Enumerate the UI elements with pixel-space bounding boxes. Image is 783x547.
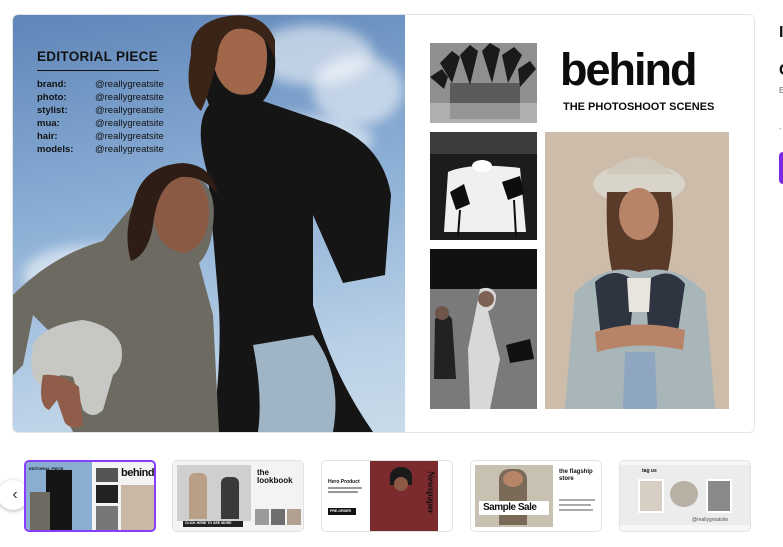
thumb-2-title: the lookbook (257, 468, 293, 485)
editorial-heading: EDITORIAL PIECE (37, 49, 159, 71)
behind-subtitle: THE PHOTOSHOOT SCENES (563, 101, 715, 113)
thumbnail-1[interactable]: EDITORIAL PIECE behind (24, 460, 156, 532)
side-panel-edge: I C E - (773, 14, 783, 214)
panel-title-fragment: I (779, 24, 783, 41)
credit-row: brand: @reallygreatsite (37, 78, 187, 91)
editorial-credits: EDITORIAL PIECE brand: @reallygreatsite ph… (37, 49, 187, 156)
thumb-1-label: EDITORIAL PIECE (29, 466, 64, 471)
credit-role: photo: (37, 92, 67, 103)
brushes-photo (430, 43, 537, 123)
chevron-left-icon: ‹ (12, 486, 18, 503)
credit-role: models: (37, 144, 74, 155)
panel-action-button[interactable] (779, 152, 783, 184)
thumb-1-title: behind (121, 467, 155, 479)
credit-row: stylist: @reallygreatsite (37, 104, 187, 117)
thumb-2-label: CLICK HERE TO SEE MORE (185, 521, 232, 525)
thumbnail-2[interactable]: CLICK HERE TO SEE MORE the lookbook (172, 460, 304, 532)
credit-handle: @reallygreatsite (95, 118, 164, 129)
credit-row: hair: @reallygreatsite (37, 130, 187, 143)
credit-row: mua: @reallygreatsite (37, 117, 187, 130)
thumbnail-3[interactable]: Hero Product PRE-ORDER Newspaper (321, 460, 453, 532)
credit-role: hair: (37, 131, 58, 142)
thumb-4-title: Sample Sale (483, 502, 537, 513)
thumb-4-label: the flagship store (559, 469, 593, 482)
credit-role: mua: (37, 118, 60, 129)
credit-row: photo: @reallygreatsite (37, 91, 187, 104)
studio-photo (430, 132, 537, 240)
behind-scenes-page: behind THE PHOTOSHOOT SCENES (405, 15, 754, 432)
thumbnail-5[interactable]: tag us @reallygreatsite (619, 460, 751, 532)
makeup-photo (430, 249, 537, 409)
behind-title: behind (560, 44, 697, 95)
credit-handle: @reallygreatsite (95, 131, 164, 142)
thumb-3-button: PRE-ORDER (330, 509, 352, 513)
thumb-3-label: Hero Product (328, 479, 360, 485)
panel-subtitle-fragment: C (779, 62, 783, 80)
credit-role: stylist: (37, 105, 68, 116)
thumbnail-4[interactable]: Sample Sale the flagship store (470, 460, 602, 532)
credit-role: brand: (37, 79, 67, 90)
thumb-5-title: tag us (642, 468, 657, 474)
credit-row: models: @reallygreatsite (37, 143, 187, 156)
panel-divider-fragment: - (779, 124, 782, 133)
credit-handle: @reallygreatsite (95, 79, 164, 90)
editorial-photo: EDITORIAL PIECE brand: @reallygreatsite ph… (13, 15, 405, 432)
credit-handle: @reallygreatsite (95, 144, 164, 155)
thumb-3-title: Newspaper (426, 471, 436, 514)
panel-meta-fragment: E (779, 86, 783, 95)
portrait-photo (545, 132, 729, 409)
template-preview[interactable]: EDITORIAL PIECE brand: @reallygreatsite ph… (12, 14, 755, 433)
credits-list: brand: @reallygreatsite photo: @reallygreat… (37, 78, 187, 156)
page-thumbnails: ‹ EDITORIAL PIECE behind CLICK HERE TO S… (0, 455, 783, 537)
thumb-5-label: @reallygreatsite (692, 517, 729, 523)
credit-handle: @reallygreatsite (95, 92, 164, 103)
credit-handle: @reallygreatsite (95, 105, 164, 116)
